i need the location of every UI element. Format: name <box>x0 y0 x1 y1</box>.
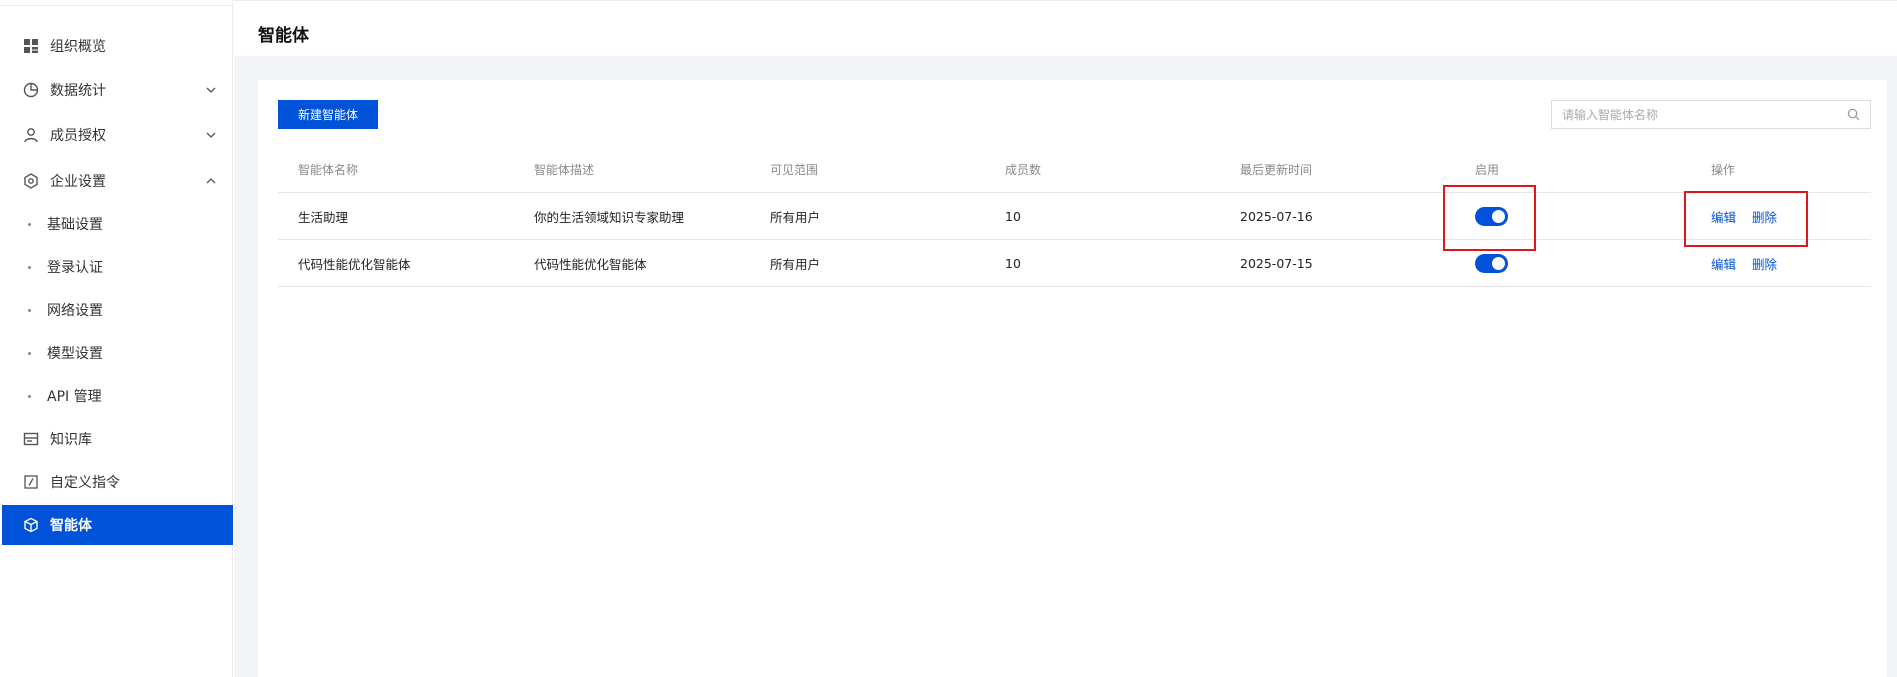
agent-members: 10 <box>1005 256 1021 271</box>
pie-chart-icon <box>22 81 40 99</box>
column-header: 智能体描述 <box>534 163 595 177</box>
sidebar-subitem-login-auth[interactable]: 登录认证 <box>2 247 233 287</box>
new-agent-button[interactable]: 新建智能体 <box>278 100 378 129</box>
sidebar-item-label: 智能体 <box>50 518 92 534</box>
sidebar-subitem-label: 网络设置 <box>47 303 103 319</box>
agent-updated: 2025-07-15 <box>1240 256 1313 271</box>
sidebar-item-enterprise-settings[interactable]: 企业设置 <box>2 161 233 201</box>
cube-icon <box>22 516 40 534</box>
table-row: 代码性能优化智能体 代码性能优化智能体 所有用户 10 2025-07-15 编… <box>278 240 1871 287</box>
toggle-knob <box>1492 257 1505 270</box>
sidebar-item-label: 数据统计 <box>50 83 106 99</box>
column-header: 智能体名称 <box>298 163 359 177</box>
main-content: 智能体 新建智能体 智能体名称 智能体描述 可见范围 成员数 最后更新时间 启用… <box>234 0 1897 677</box>
sidebar-subitem-network-settings[interactable]: 网络设置 <box>2 290 233 330</box>
sidebar-item-label: 组织概览 <box>50 39 106 55</box>
sidebar-subitem-label: API 管理 <box>47 389 102 405</box>
sidebar-item-knowledge-base[interactable]: 知识库 <box>2 419 233 459</box>
agents-card: 新建智能体 智能体名称 智能体描述 可见范围 成员数 最后更新时间 启用 操作 … <box>258 80 1887 677</box>
agents-table: 智能体名称 智能体描述 可见范围 成员数 最后更新时间 启用 操作 生活助理 你… <box>278 146 1871 287</box>
sidebar-item-label: 成员授权 <box>50 128 106 144</box>
agent-scope: 所有用户 <box>770 257 821 272</box>
database-icon <box>22 430 40 448</box>
sidebar-subitem-model-settings[interactable]: 模型设置 <box>2 333 233 373</box>
chevron-down-icon <box>206 132 216 138</box>
command-icon <box>22 473 40 491</box>
page-title: 智能体 <box>258 26 309 46</box>
sidebar-top-divider <box>0 0 233 6</box>
sidebar-subitem-label: 模型设置 <box>47 346 103 362</box>
search-icon[interactable] <box>1847 108 1860 121</box>
sidebar-subitem-basic-settings[interactable]: 基础设置 <box>2 204 233 244</box>
highlight-box-toggle <box>1443 185 1536 251</box>
sidebar: 组织概览 数据统计 成员授权 企业设置 基础设置 登录认证 网络设置 模型设置 <box>0 0 233 677</box>
bullet-dot <box>28 351 31 355</box>
sidebar-item-label: 知识库 <box>50 432 92 448</box>
bullet-dot <box>28 265 31 269</box>
table-row: 生活助理 你的生活领域知识专家助理 所有用户 10 2025-07-16 编辑 … <box>278 193 1871 240</box>
agent-name: 代码性能优化智能体 <box>298 257 411 272</box>
sidebar-subitem-label: 登录认证 <box>47 260 103 276</box>
sidebar-subitem-label: 基础设置 <box>47 217 103 233</box>
bullet-dot <box>28 394 31 398</box>
delete-link[interactable]: 删除 <box>1752 254 1777 273</box>
enable-toggle[interactable] <box>1475 254 1508 273</box>
table-header-row: 智能体名称 智能体描述 可见范围 成员数 最后更新时间 启用 操作 <box>278 146 1871 193</box>
bullet-dot <box>28 308 31 312</box>
settings-icon <box>22 172 40 190</box>
agent-updated: 2025-07-16 <box>1240 209 1313 224</box>
agent-description: 代码性能优化智能体 <box>534 257 647 272</box>
highlight-box-actions <box>1684 191 1808 247</box>
column-header: 成员数 <box>1005 163 1042 177</box>
sidebar-item-label: 自定义指令 <box>50 475 120 491</box>
sidebar-subitem-api-management[interactable]: API 管理 <box>2 376 233 416</box>
page-header: 智能体 <box>234 0 1897 56</box>
actions-cell: 编辑 删除 <box>1711 240 1793 287</box>
search-input[interactable] <box>1562 107 1847 122</box>
agent-scope: 所有用户 <box>770 210 821 225</box>
chevron-up-icon <box>206 178 216 184</box>
sidebar-item-org-overview[interactable]: 组织概览 <box>2 26 233 66</box>
sidebar-item-member-auth[interactable]: 成员授权 <box>2 115 233 155</box>
sidebar-item-label: 企业设置 <box>50 174 106 190</box>
user-icon <box>22 126 40 144</box>
sidebar-item-custom-commands[interactable]: 自定义指令 <box>2 462 233 502</box>
chevron-down-icon <box>206 87 216 93</box>
column-header: 最后更新时间 <box>1240 163 1313 177</box>
sidebar-item-agents[interactable]: 智能体 <box>2 505 233 545</box>
search-box <box>1551 100 1871 129</box>
column-header: 可见范围 <box>770 163 819 177</box>
sidebar-item-data-stats[interactable]: 数据统计 <box>2 70 233 110</box>
column-header: 操作 <box>1711 163 1736 177</box>
agent-members: 10 <box>1005 209 1021 224</box>
bullet-dot <box>28 222 31 226</box>
agent-description: 你的生活领域知识专家助理 <box>534 210 685 225</box>
grid-icon <box>22 37 40 55</box>
agent-name: 生活助理 <box>298 210 349 225</box>
edit-link[interactable]: 编辑 <box>1711 254 1736 273</box>
